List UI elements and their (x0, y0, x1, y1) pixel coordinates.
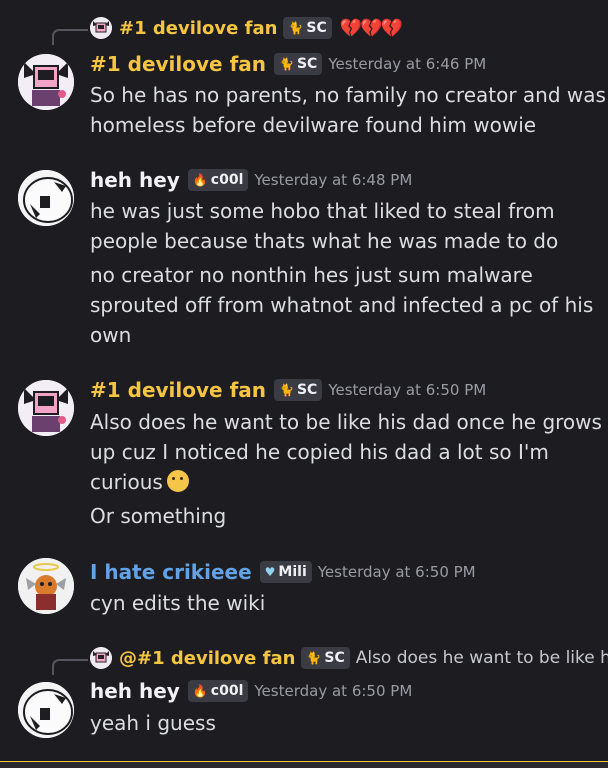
reply-text[interactable]: Also does he want to be like his (356, 648, 608, 668)
server-tag[interactable]: 🐈 SC (283, 17, 332, 39)
reply-preview[interactable]: #1 devilove fan 🐈 SC 💔💔💔 (90, 15, 403, 41)
message-header: #1 devilove fan 🐈 SC Yesterday at 6:50 PM (90, 378, 486, 402)
server-tag[interactable]: 🔥 c00l (187, 169, 249, 191)
message-text: yeah i guess (90, 711, 216, 735)
message-text: curious (90, 467, 189, 497)
reply-username[interactable]: #1 devilove fan (119, 18, 277, 39)
avatar[interactable] (18, 682, 74, 738)
message-text: Or something (90, 504, 227, 528)
reply-avatar (90, 647, 112, 669)
message-text: people because thats what he was made to… (90, 229, 559, 253)
message-text: he was just some hobo that liked to stea… (90, 199, 555, 223)
bottom-edge (0, 761, 608, 768)
cat-icon: 🐈 (306, 651, 322, 665)
cat-icon: 🐈 (279, 57, 294, 71)
timestamp[interactable]: Yesterday at 6:48 PM (254, 171, 412, 189)
message-header: #1 devilove fan 🐈 SC Yesterday at 6:46 PM (90, 52, 486, 76)
message-text: sprouted off from whatnot and infected a… (90, 293, 594, 317)
message-text: up cuz I noticed he copied his dad a lot… (90, 440, 549, 464)
reply-connector (52, 29, 88, 45)
reply-avatar (90, 17, 112, 39)
server-tag[interactable]: 🐈 SC (274, 53, 323, 75)
flame-icon: 🔥 (192, 173, 208, 187)
broken-hearts: 💔💔💔 (339, 17, 403, 39)
server-tag[interactable]: ♥ Mili (259, 561, 312, 583)
message-text: cyn edits the wiki (90, 591, 266, 615)
message-text: Also does he want to be like his dad onc… (90, 410, 602, 434)
timestamp[interactable]: Yesterday at 6:50 PM (318, 563, 476, 581)
username[interactable]: #1 devilove fan (90, 378, 266, 402)
timestamp[interactable]: Yesterday at 6:50 PM (328, 381, 486, 399)
reply-username[interactable]: @#1 devilove fan (119, 648, 295, 669)
username[interactable]: #1 devilove fan (90, 52, 266, 76)
avatar[interactable] (18, 380, 74, 436)
thinking-face-icon (166, 470, 189, 492)
message-text: So he has no parents, no family no creat… (90, 83, 606, 107)
avatar[interactable] (18, 54, 74, 110)
message-text: own (90, 323, 132, 347)
timestamp[interactable]: Yesterday at 6:50 PM (254, 682, 412, 700)
server-tag[interactable]: 🐈 SC (301, 647, 350, 669)
message-header: heh hey 🔥 c00l Yesterday at 6:50 PM (90, 679, 412, 703)
message-text: no creator no nonthin hes just sum malwa… (90, 263, 533, 287)
message-text: homeless before devilware found him wowi… (90, 113, 537, 137)
username[interactable]: heh hey (90, 168, 180, 192)
username[interactable]: heh hey (90, 679, 180, 703)
reply-connector (52, 659, 88, 675)
timestamp[interactable]: Yesterday at 6:46 PM (328, 55, 486, 73)
flame-icon: 🔥 (192, 684, 208, 698)
avatar[interactable] (18, 558, 74, 614)
cat-icon: 🐈 (288, 21, 304, 35)
username[interactable]: I hate crikieee (90, 560, 252, 584)
reply-preview[interactable]: @#1 devilove fan 🐈 SC Also does he want t… (90, 645, 608, 671)
message-header: I hate crikieee ♥ Mili Yesterday at 6:50 … (90, 560, 476, 584)
message-header: heh hey 🔥 c00l Yesterday at 6:48 PM (90, 168, 412, 192)
server-tag[interactable]: 🔥 c00l (187, 680, 249, 702)
server-tag[interactable]: 🐈 SC (274, 379, 323, 401)
cat-icon: 🐈 (279, 383, 294, 397)
avatar[interactable] (18, 170, 74, 226)
heart-icon: ♥ (264, 565, 276, 579)
